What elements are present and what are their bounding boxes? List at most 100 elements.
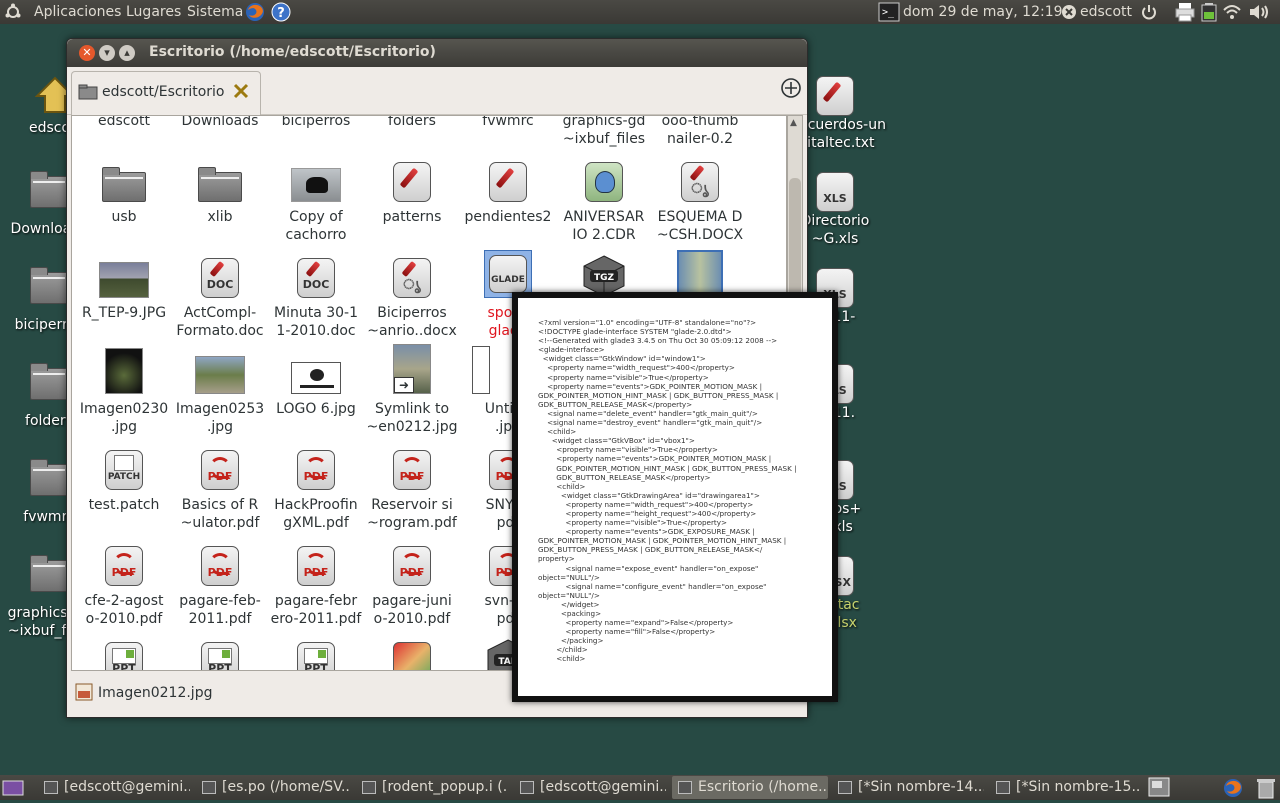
taskbar-item[interactable]: Escritorio (/home... xyxy=(672,776,828,799)
maximize-icon[interactable]: ▴ xyxy=(119,45,135,61)
pdf-file-icon: PDF xyxy=(297,546,335,586)
file-label: Imagen0253 .jpg xyxy=(175,401,265,435)
file-icon-item[interactable]: PDF pagare-feb- 2011.pdf xyxy=(172,536,268,628)
photo-thumbnail xyxy=(291,168,341,202)
file-icon-item[interactable]: R_TEP-9.JPG xyxy=(76,248,172,322)
firefox-icon[interactable] xyxy=(244,1,266,25)
xls-file-icon: XLS xyxy=(816,172,854,212)
help-icon[interactable]: ? xyxy=(270,1,292,25)
tab-bar: edscott/Escritorio xyxy=(67,67,807,115)
file-icon-item[interactable]: xlib xyxy=(172,152,268,226)
file-label: Imagen0230 .jpg xyxy=(79,401,169,435)
docx-file-icon: ൃ xyxy=(393,258,431,298)
file-icon-item[interactable]: PDF HackProofin gXML.pdf xyxy=(268,440,364,532)
file-icon-item[interactable]: PDF pagare-febr ero-2011.pdf xyxy=(268,536,364,628)
ubuntu-logo-icon[interactable] xyxy=(4,0,24,24)
taskbar-item-label: [edscott@gemini... xyxy=(540,779,666,795)
folder-icon xyxy=(30,555,68,592)
file-label: pagare-juni o-2010.pdf xyxy=(372,593,452,627)
photo-thumbnail xyxy=(195,356,245,394)
file-label: usb xyxy=(111,209,137,225)
scroll-up-icon[interactable]: ▲ xyxy=(790,118,797,128)
file-icon-item[interactable]: PDF Reservoir si ~rogram.pdf xyxy=(364,440,460,532)
file-icon-item[interactable]: ANIVERSAR IO 2.CDR xyxy=(556,152,652,244)
file-icon-item[interactable]: ൃ ESQUEMA D ~CSH.DOCX xyxy=(652,152,748,244)
file-label: patterns xyxy=(382,209,442,225)
file-icon-item[interactable]: pendientes2 xyxy=(460,152,556,226)
doc-file-icon: DOC xyxy=(201,258,239,298)
file-icon-item[interactable]: Downloads xyxy=(172,116,268,130)
taskbar-item[interactable]: [edscott@gemini... xyxy=(38,776,190,799)
file-icon-item[interactable]: ➜ Symlink to ~en0212.jpg xyxy=(364,344,460,436)
file-icon-item[interactable]: Imagen0230 .jpg xyxy=(76,344,172,436)
firefox-tray-icon[interactable] xyxy=(1222,777,1244,803)
new-tab-icon[interactable] xyxy=(780,77,802,103)
file-icon-item[interactable]: LOGO 6.jpg xyxy=(268,344,364,418)
file-icon-item[interactable]: PDF cfe-2-agost o-2010.pdf xyxy=(76,536,172,628)
workspace-switcher-icon[interactable] xyxy=(1148,777,1170,801)
tab-escritorio[interactable]: edscott/Escritorio xyxy=(71,71,261,115)
file-icon-item[interactable]: PPT xyxy=(76,632,172,670)
file-icon-item[interactable]: usb xyxy=(76,152,172,226)
pdf-file-icon: PDF xyxy=(297,450,335,490)
glade-file-icon: GLADE xyxy=(484,250,532,298)
file-icon-item[interactable]: DOC Minuta 30-1 1-2010.doc xyxy=(268,248,364,340)
file-icon-item[interactable]: edscott xyxy=(76,116,172,130)
file-label: graphics-gd ~ixbuf_files xyxy=(562,115,646,147)
menu-lugares[interactable]: Lugares xyxy=(126,0,181,24)
file-icon-item[interactable]: PDF pagare-juni o-2010.pdf xyxy=(364,536,460,628)
file-icon-item[interactable]: ൃ Biciperros ~anrio..docx xyxy=(364,248,460,340)
file-icon-item[interactable]: Copy of cachorro xyxy=(268,152,364,244)
taskbar-item[interactable]: [es.po (/home/SV... xyxy=(196,776,350,799)
window-app-icon xyxy=(678,781,692,794)
volume-icon[interactable] xyxy=(1248,3,1270,27)
tab-close-icon[interactable] xyxy=(232,82,250,104)
show-desktop-icon[interactable] xyxy=(2,779,24,801)
photo-thumbnail xyxy=(105,348,143,394)
file-icon-item[interactable]: DOC ActCompl- Formato.doc xyxy=(172,248,268,340)
file-icon-item[interactable]: folders xyxy=(364,116,460,130)
file-label: ESQUEMA D ~CSH.DOCX xyxy=(656,209,744,243)
window-app-icon xyxy=(838,781,852,794)
file-icon-item[interactable]: PPT xyxy=(172,632,268,670)
terminal-icon[interactable]: >_ xyxy=(878,2,900,26)
file-icon-item[interactable]: PDF Basics of R ~ulator.pdf xyxy=(172,440,268,532)
taskbar-item[interactable]: [*Sin nombre-15... xyxy=(990,776,1140,799)
file-icon-item[interactable]: PPT xyxy=(268,632,364,670)
file-label: ooo-thumb nailer-0.2 xyxy=(661,115,739,147)
wifi-icon[interactable] xyxy=(1222,3,1242,27)
user-name[interactable]: edscott xyxy=(1080,0,1132,24)
folder-icon xyxy=(30,267,68,304)
image-file-icon xyxy=(393,642,431,670)
window-titlebar[interactable]: ✕ ▾ ▴ Escritorio (/home/edscott/Escritor… xyxy=(67,39,807,67)
battery-icon[interactable] xyxy=(1199,2,1219,26)
clock[interactable]: dom 29 de may, 12:19 xyxy=(903,0,1063,24)
file-icon-item[interactable]: ooo-thumb nailer-0.2 xyxy=(652,115,748,148)
ppt-file-icon: PPT xyxy=(297,642,335,670)
file-icon-item[interactable]: PATCH test.patch xyxy=(76,440,172,514)
taskbar-item[interactable]: [rodent_popup.i (... xyxy=(356,776,508,799)
menu-sistema[interactable]: Sistema xyxy=(187,0,243,24)
file-icon-item[interactable] xyxy=(364,632,460,670)
close-icon[interactable]: ✕ xyxy=(79,45,95,61)
taskbar-item-label: Escritorio (/home... xyxy=(698,779,828,795)
file-label: pendientes2 xyxy=(464,209,552,225)
power-icon[interactable] xyxy=(1140,3,1158,27)
file-icon-item[interactable]: graphics-gd ~ixbuf_files xyxy=(556,115,652,148)
menu-aplicaciones[interactable]: Aplicaciones xyxy=(34,0,121,24)
trash-icon[interactable] xyxy=(1256,777,1276,803)
text-file-icon xyxy=(816,76,854,116)
logo-thumbnail xyxy=(291,362,341,394)
preview-text: <?xml version="1.0" encoding="UTF-8" sta… xyxy=(538,318,797,664)
printer-icon[interactable] xyxy=(1174,2,1196,26)
user-close-icon[interactable] xyxy=(1060,3,1078,27)
pdf-file-icon: PDF xyxy=(393,450,431,490)
file-icon-item[interactable]: patterns xyxy=(364,152,460,226)
taskbar-item[interactable]: [*Sin nombre-14... xyxy=(832,776,984,799)
file-icon-item[interactable]: biciperros xyxy=(268,116,364,130)
ppt-file-icon: PPT xyxy=(105,642,143,670)
file-icon-item[interactable]: fvwmrc xyxy=(460,116,556,130)
minimize-icon[interactable]: ▾ xyxy=(99,45,115,61)
file-icon-item[interactable]: Imagen0253 .jpg xyxy=(172,344,268,436)
taskbar-item[interactable]: [edscott@gemini... xyxy=(514,776,666,799)
